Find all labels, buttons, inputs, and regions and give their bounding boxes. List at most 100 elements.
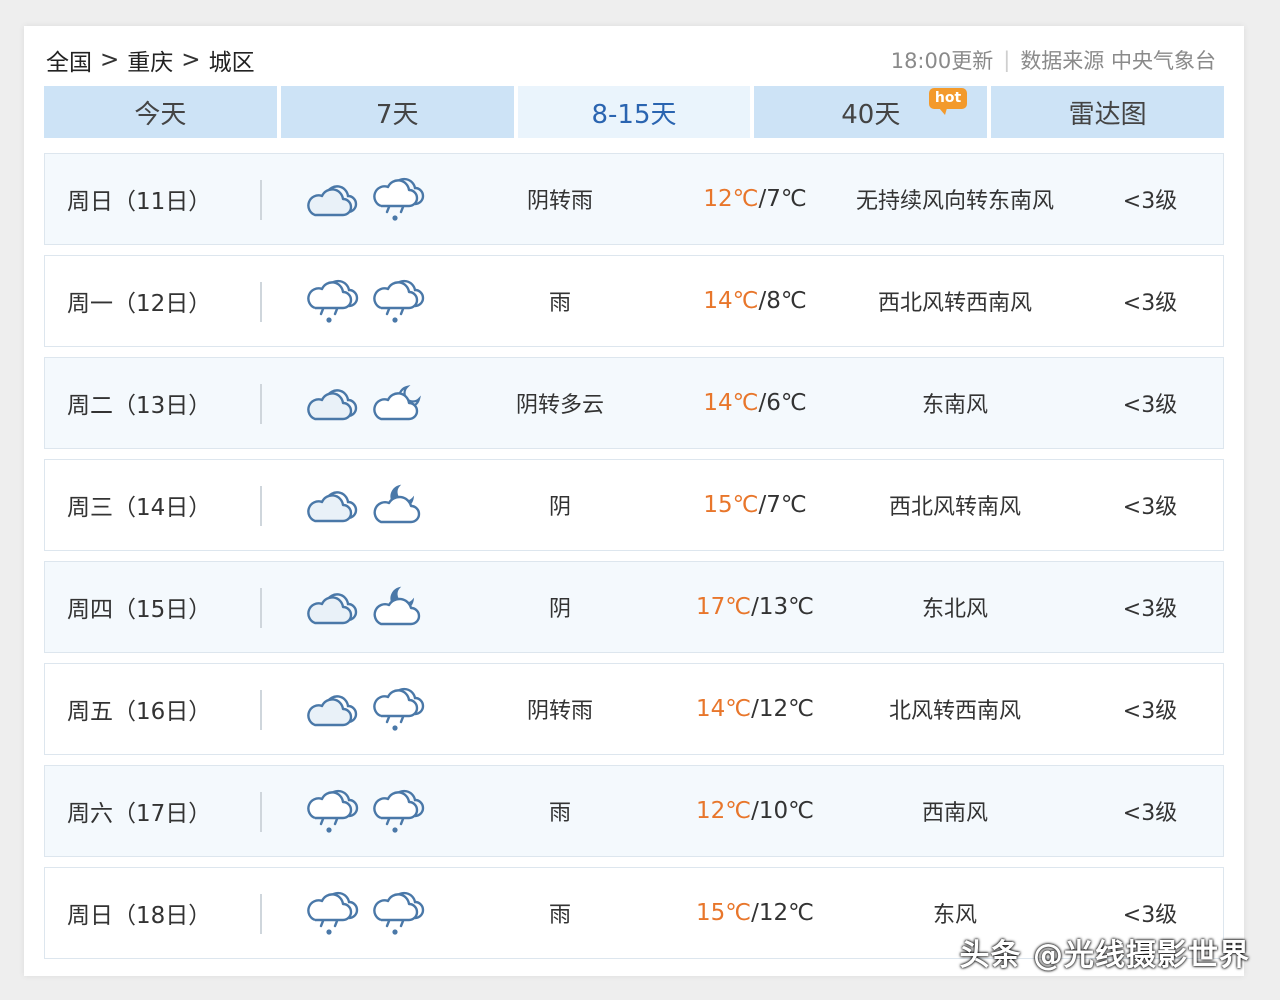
weather-icons xyxy=(307,766,427,856)
update-meta: 18:00更新 | 数据来源 中央气象台 xyxy=(891,45,1216,75)
rain-icon xyxy=(373,176,425,222)
update-time: 18:00更新 xyxy=(890,49,994,73)
tab-label: 雷达图 xyxy=(1068,99,1147,130)
tab-label: 8-15天 xyxy=(591,99,677,130)
overcast-icon xyxy=(307,587,359,627)
forecast-row: 周六（17日） 雨 12℃/10℃ 西南风 <3级 xyxy=(44,765,1224,857)
wind-level: <3级 xyxy=(1122,597,1178,622)
wind-level: <3级 xyxy=(1122,801,1178,826)
tab-label: 40天 xyxy=(841,99,901,130)
temp-separator: / xyxy=(758,288,767,314)
wind-level: <3级 xyxy=(1122,291,1178,316)
forecast-date: 周四（15日） xyxy=(67,597,212,623)
tab-radar[interactable]: 雷达图 xyxy=(991,86,1224,138)
row-divider xyxy=(260,792,262,832)
weather-description: 雨 xyxy=(548,903,571,928)
row-divider xyxy=(260,180,262,220)
forecast-row: 周日（11日） 阴转雨 12℃/7℃ 无持续风向转东南风 <3级 xyxy=(44,153,1224,245)
forecast-row: 周一（12日） 雨 14℃/8℃ 西北风转西南风 <3级 xyxy=(44,255,1224,347)
tab-40-days[interactable]: 40天 hot xyxy=(754,86,988,138)
weather-description: 阴 xyxy=(548,597,571,622)
high-temp: 15℃ xyxy=(703,492,759,518)
rain-icon xyxy=(373,788,425,834)
wind-direction: 西北风转南风 xyxy=(888,495,1021,520)
temperature-range: 12℃/10℃ xyxy=(665,766,845,856)
wind-direction: 无持续风向转东南风 xyxy=(855,189,1054,214)
wind-level: <3级 xyxy=(1122,393,1178,418)
high-temp: 15℃ xyxy=(696,900,752,926)
weather-description: 阴转雨 xyxy=(526,189,593,214)
weather-description: 阴转多云 xyxy=(515,393,604,418)
temperature-range: 12℃/7℃ xyxy=(665,154,845,244)
breadcrumb-item-city[interactable]: 重庆 xyxy=(127,43,173,77)
row-divider xyxy=(260,486,262,526)
temp-separator: / xyxy=(751,900,759,926)
wind-direction: 西北风转西南风 xyxy=(877,291,1032,316)
weather-description: 阴转雨 xyxy=(526,699,593,724)
rain-icon xyxy=(373,278,425,324)
moon-cloud-icon xyxy=(373,586,425,628)
watermark: 头条 @光线摄影世界 xyxy=(959,938,1250,973)
breadcrumb-item-country[interactable]: 全国 xyxy=(46,43,92,77)
tab-today[interactable]: 今天 xyxy=(44,86,277,138)
high-temp: 17℃ xyxy=(696,594,752,620)
weather-icons xyxy=(307,664,427,754)
low-temp: 12℃ xyxy=(758,900,814,926)
top-bar: 全国 > 重庆 > 城区 18:00更新 | 数据来源 中央气象台 xyxy=(46,44,1216,76)
rain-icon xyxy=(307,278,359,324)
data-source: 数据来源 中央气象台 xyxy=(1020,49,1216,73)
breadcrumb-separator: > xyxy=(100,47,120,73)
overcast-icon xyxy=(307,485,359,525)
high-temp: 14℃ xyxy=(703,288,759,314)
weather-icons xyxy=(307,154,427,244)
high-temp: 14℃ xyxy=(696,696,752,722)
low-temp: 7℃ xyxy=(766,492,807,518)
forecast-row: 周三（14日） 阴 15℃/7℃ 西北风转南风 <3级 xyxy=(44,459,1224,551)
row-divider xyxy=(260,588,262,628)
low-temp: 6℃ xyxy=(766,390,807,416)
overcast-icon xyxy=(307,179,359,219)
wind-level: <3级 xyxy=(1122,189,1178,214)
tab-label: 7天 xyxy=(375,99,419,130)
row-divider xyxy=(260,690,262,730)
forecast-row: 周五（16日） 阴转雨 14℃/12℃ 北风转西南风 <3级 xyxy=(44,663,1224,755)
temp-separator: / xyxy=(758,390,767,416)
low-temp: 10℃ xyxy=(758,798,814,824)
breadcrumb: 全国 > 重庆 > 城区 xyxy=(46,43,255,77)
wind-direction: 东北风 xyxy=(921,597,988,622)
wind-direction: 北风转西南风 xyxy=(888,699,1021,724)
low-temp: 8℃ xyxy=(766,288,807,314)
breadcrumb-item-district: 城区 xyxy=(208,50,255,76)
temperature-range: 14℃/12℃ xyxy=(665,664,845,754)
temp-separator: / xyxy=(758,492,767,518)
wind-level: <3级 xyxy=(1122,699,1178,724)
temp-separator: / xyxy=(758,186,767,212)
high-temp: 12℃ xyxy=(703,186,759,212)
weather-icons xyxy=(307,868,427,958)
wind-direction: 东南风 xyxy=(921,393,988,418)
meta-divider: | xyxy=(1003,48,1011,72)
temp-separator: / xyxy=(751,594,759,620)
row-divider xyxy=(260,282,262,322)
tab-8-15-days[interactable]: 8-15天 xyxy=(517,86,751,138)
temperature-range: 15℃/7℃ xyxy=(665,460,845,550)
cloudy-night-icon xyxy=(373,383,425,423)
low-temp: 12℃ xyxy=(758,696,814,722)
tab-7-days[interactable]: 7天 xyxy=(280,86,514,138)
rain-icon xyxy=(307,890,359,936)
high-temp: 12℃ xyxy=(696,798,752,824)
temperature-range: 14℃/8℃ xyxy=(665,256,845,346)
forecast-list: 周日（11日） 阴转雨 12℃/7℃ 无持续风向转东南风 <3级 周一（12日） xyxy=(44,153,1224,969)
forecast-row: 周二（13日） 阴转多云 14℃/6℃ 东南风 <3级 xyxy=(44,357,1224,449)
forecast-row: 周四（15日） 阴 17℃/13℃ 东北风 <3级 xyxy=(44,561,1224,653)
weather-icons xyxy=(307,562,427,652)
temperature-range: 14℃/6℃ xyxy=(665,358,845,448)
overcast-icon xyxy=(307,383,359,423)
weather-card: 全国 > 重庆 > 城区 18:00更新 | 数据来源 中央气象台 今天 7天 … xyxy=(24,26,1244,976)
overcast-icon xyxy=(307,689,359,729)
low-temp: 13℃ xyxy=(758,594,814,620)
forecast-date: 周三（14日） xyxy=(67,495,212,521)
temperature-range: 17℃/13℃ xyxy=(665,562,845,652)
temp-separator: / xyxy=(751,798,759,824)
low-temp: 7℃ xyxy=(766,186,807,212)
